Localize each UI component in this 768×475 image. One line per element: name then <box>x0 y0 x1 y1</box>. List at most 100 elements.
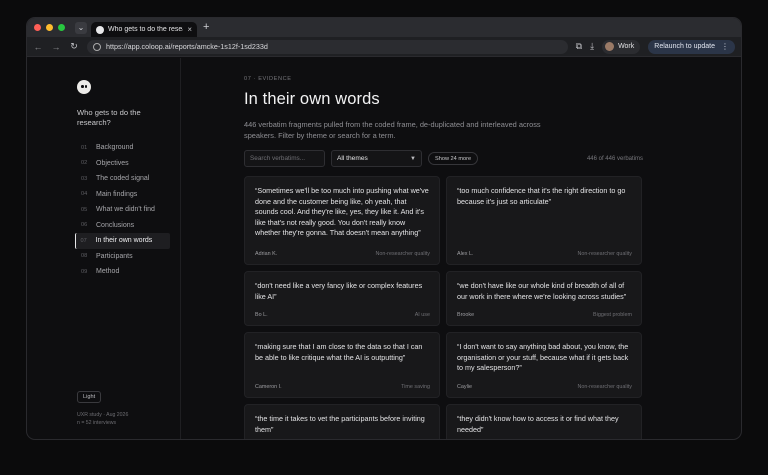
window-controls <box>34 24 65 31</box>
nav-label: Participants <box>96 252 133 260</box>
relaunch-label: Relaunch to update <box>654 43 715 50</box>
speaker-name: Caylie <box>457 384 472 390</box>
study-meta-date: UXR study · Aug 2026 <box>77 412 129 418</box>
study-meta-sample: n = 52 interviews <box>77 419 117 426</box>
sidebar: Who gets to do the research? 01 Backgroun… <box>27 58 181 439</box>
verbatim-quote: “Sometimes we'll be too much into pushin… <box>255 186 429 238</box>
nav-label: What we didn't find <box>96 206 155 214</box>
coloop-logo-icon[interactable] <box>77 80 91 94</box>
minimize-window-button[interactable] <box>46 24 53 31</box>
nav-item-what-we-didnt-find[interactable]: 05 What we didn't find <box>75 202 170 218</box>
nav-label: The coded signal <box>96 175 150 183</box>
browser-tab[interactable]: Who gets to do the research? × <box>91 22 197 37</box>
nav-item-coded-signal[interactable]: 03 The coded signal <box>75 171 170 187</box>
nav-item-background[interactable]: 01 Background <box>75 140 170 156</box>
verbatim-card: “I don't want to say anything bad about,… <box>446 332 642 398</box>
tab-strip: ⌄ Who gets to do the research? × + <box>27 18 741 37</box>
speaker-name: Cameron I. <box>255 384 282 390</box>
verbatim-card: “the time it takes to vet the participan… <box>244 404 440 439</box>
theme-select[interactable]: All themes ▼ <box>331 150 422 167</box>
verbatim-card: “making sure that I am close to the data… <box>244 332 440 398</box>
verbatim-quote: “the time it takes to vet the participan… <box>255 414 425 434</box>
nav-number: 09 <box>81 268 88 275</box>
nav-number: 05 <box>81 206 88 213</box>
theme-tag: Biggest problem <box>593 312 632 318</box>
filter-bar: All themes ▼ Show 24 more 446 of 446 ver… <box>244 150 643 167</box>
nav-label: Background <box>96 144 134 152</box>
verbatim-quote: “I don't want to say anything bad about,… <box>457 342 629 373</box>
tab-close-icon[interactable]: × <box>187 25 192 34</box>
chevron-down-icon: ▼ <box>410 155 416 162</box>
verbatim-card: “Sometimes we'll be too much into pushin… <box>244 176 440 265</box>
section-eyebrow: 07 · EVIDENCE <box>244 76 292 82</box>
show-more-button[interactable]: Show 24 more <box>428 152 479 165</box>
nav-number: 08 <box>81 253 88 260</box>
nav-label: Main findings <box>96 190 138 198</box>
verbatim-grid: “Sometimes we'll be too much into pushin… <box>244 176 642 439</box>
browser-toolbar: ← → ↻ https://app.coloop.ai/reports/amck… <box>27 37 741 57</box>
relaunch-update-button[interactable]: Relaunch to update ⋮ <box>648 39 735 54</box>
site-info-icon[interactable] <box>93 42 101 51</box>
avatar <box>605 42 615 51</box>
verbatim-card: “they didn't know how to access it or fi… <box>446 404 642 439</box>
nav-number: 06 <box>81 222 88 229</box>
speaker-name: Alex L. <box>457 251 474 257</box>
verbatim-card: “too much confidence that it's the right… <box>446 176 642 265</box>
theme-select-value: All themes <box>337 155 368 162</box>
address-bar[interactable]: https://app.coloop.ai/reports/amcke-1s12… <box>87 39 568 54</box>
study-title: Who gets to do the research? <box>77 108 141 127</box>
search-input[interactable] <box>244 150 325 167</box>
section-intro: 446 verbatim fragments pulled from the c… <box>244 120 541 140</box>
nav-item-method[interactable]: 09 Method <box>75 264 170 280</box>
back-arrow-icon[interactable]: ← <box>33 42 43 52</box>
study-meta: UXR study · Aug 2026 n = 52 interviews <box>77 412 128 427</box>
tab-title: Who gets to do the research? <box>108 26 183 33</box>
maximize-window-button[interactable] <box>58 24 65 31</box>
nav-number: 07 <box>80 237 87 244</box>
forward-arrow-icon[interactable]: → <box>51 42 61 52</box>
report-page: Who gets to do the research? 01 Backgroun… <box>27 58 741 439</box>
nav-number: 02 <box>81 160 88 167</box>
tab-search-chevron-icon[interactable]: ⌄ <box>75 21 87 34</box>
favicon-icon <box>96 25 104 34</box>
speaker-name: Adrian K. <box>255 251 278 257</box>
profile-label: Work <box>618 43 635 50</box>
verbatim-quote: “we don't have like our whole kind of br… <box>457 281 627 301</box>
extensions-puzzle-icon[interactable]: ⧉ <box>576 41 582 52</box>
main-content: 07 · EVIDENCE In their own words 446 ver… <box>181 58 741 439</box>
verbatim-card: “we don't have like our whole kind of br… <box>446 271 642 326</box>
verbatim-quote: “making sure that I am close to the data… <box>255 342 423 362</box>
reload-icon[interactable]: ↻ <box>69 41 79 52</box>
verbatim-card: “don't need like a very fancy like or co… <box>244 271 440 326</box>
nav-number: 03 <box>81 175 88 182</box>
theme-tag: AI use <box>414 312 430 318</box>
profile-button[interactable]: Work <box>602 39 641 54</box>
theme-toggle-button[interactable]: Light <box>77 391 102 403</box>
verbatim-quote: “don't need like a very fancy like or co… <box>255 281 423 301</box>
nav-item-conclusions[interactable]: 06 Conclusions <box>75 218 170 234</box>
verbatim-quote: “they didn't know how to access it or fi… <box>457 414 619 434</box>
verbatim-count: 446 of 446 verbatims <box>586 155 643 162</box>
nav-item-participants[interactable]: 08 Participants <box>75 249 170 265</box>
more-menu-icon[interactable]: ⋮ <box>721 42 729 51</box>
nav-number: 04 <box>81 191 88 198</box>
nav-item-objectives[interactable]: 02 Objectives <box>75 156 170 172</box>
download-icon[interactable]: ⤓ <box>590 41 594 52</box>
nav-label: In their own words <box>95 237 153 245</box>
nav-item-main-findings[interactable]: 04 Main findings <box>75 187 170 203</box>
nav-label: Objectives <box>96 159 129 167</box>
nav-item-in-their-own-words[interactable]: 07 In their own words <box>75 233 170 249</box>
theme-tag: Non-researcher quality <box>375 251 430 257</box>
theme-tag: Time saving <box>401 384 430 390</box>
new-tab-plus-icon[interactable]: + <box>203 22 209 33</box>
theme-tag: Non-researcher quality <box>577 251 632 257</box>
url-text[interactable]: https://app.coloop.ai/reports/amcke-1s12… <box>106 42 268 51</box>
speaker-name: Bo L. <box>255 312 268 318</box>
section-nav: 01 Background 02 Objectives 03 The coded si… <box>75 140 170 280</box>
nav-number: 01 <box>81 144 88 151</box>
verbatim-quote: “too much confidence that it's the right… <box>457 186 626 206</box>
speaker-name: Brooke <box>457 312 475 318</box>
close-window-button[interactable] <box>34 24 41 31</box>
theme-tag: Non-researcher quality <box>577 384 632 390</box>
page-title: In their own words <box>244 90 380 108</box>
